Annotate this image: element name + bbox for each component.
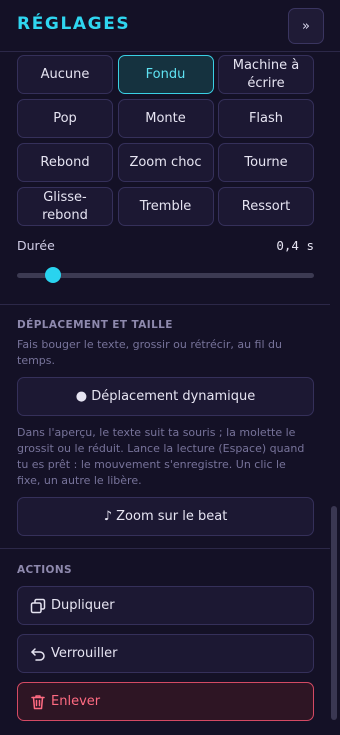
transition-option-ressort[interactable]: Ressort xyxy=(218,187,314,226)
transition-option-machine-a-ecrire[interactable]: Machine à écrire xyxy=(218,55,314,94)
transition-option-tourne[interactable]: Tourne xyxy=(218,143,314,182)
transition-option-glisse-rebond[interactable]: Glisse-rebond xyxy=(17,187,113,226)
panel-header: RÉGLAGES » xyxy=(0,0,340,52)
settings-panel: RÉGLAGES » Aucune Fondu Machine à écrire… xyxy=(0,0,340,735)
beat-zoom-button[interactable]: ♪ Zoom sur le beat xyxy=(17,497,314,536)
transition-option-monte[interactable]: Monte xyxy=(117,99,214,138)
remove-label: Enlever xyxy=(51,694,101,709)
transition-options-grid: Aucune Fondu Machine à écrire Pop Monte … xyxy=(17,55,314,226)
movement-help-text: Dans l'aperçu, le texte suit ta souris ;… xyxy=(17,426,305,487)
lock-button[interactable]: Verrouiller xyxy=(17,634,314,673)
lock-label: Verrouiller xyxy=(51,646,118,661)
collapse-panel-button[interactable]: » xyxy=(288,8,324,44)
duration-label: Durée xyxy=(17,238,55,253)
transition-option-pop[interactable]: Pop xyxy=(17,99,113,138)
remove-button[interactable]: Enlever xyxy=(17,682,314,721)
copy-icon xyxy=(29,597,47,615)
movement-description: Fais bouger le texte, grossir ou rétréci… xyxy=(17,338,282,367)
duplicate-button[interactable]: Dupliquer xyxy=(17,586,314,625)
undo-arrow-icon xyxy=(29,645,47,663)
section-divider xyxy=(0,304,330,305)
transition-option-zoom-choc[interactable]: Zoom choc xyxy=(117,143,214,182)
transition-option-flash[interactable]: Flash xyxy=(218,99,314,138)
dynamic-movement-button[interactable]: ● Déplacement dynamique xyxy=(17,377,314,416)
duration-value: 0,4 s xyxy=(276,238,314,253)
transition-option-fondu[interactable]: Fondu xyxy=(117,55,214,94)
duplicate-label: Dupliquer xyxy=(51,598,115,613)
panel-title: RÉGLAGES xyxy=(17,14,131,34)
duration-slider-thumb[interactable] xyxy=(44,267,61,283)
trash-icon xyxy=(29,693,47,711)
transition-option-tremble[interactable]: Tremble xyxy=(117,187,214,226)
transition-option-aucune[interactable]: Aucune xyxy=(17,55,113,94)
scrollbar-thumb[interactable] xyxy=(331,506,337,720)
section-divider xyxy=(0,548,330,549)
actions-section-title: ACTIONS xyxy=(17,564,72,576)
movement-section-title: DÉPLACEMENT ET TAILLE xyxy=(17,319,173,331)
duration-slider-track[interactable] xyxy=(17,273,314,278)
transition-option-rebond[interactable]: Rebond xyxy=(17,143,113,182)
double-chevron-right-icon: » xyxy=(302,18,310,34)
